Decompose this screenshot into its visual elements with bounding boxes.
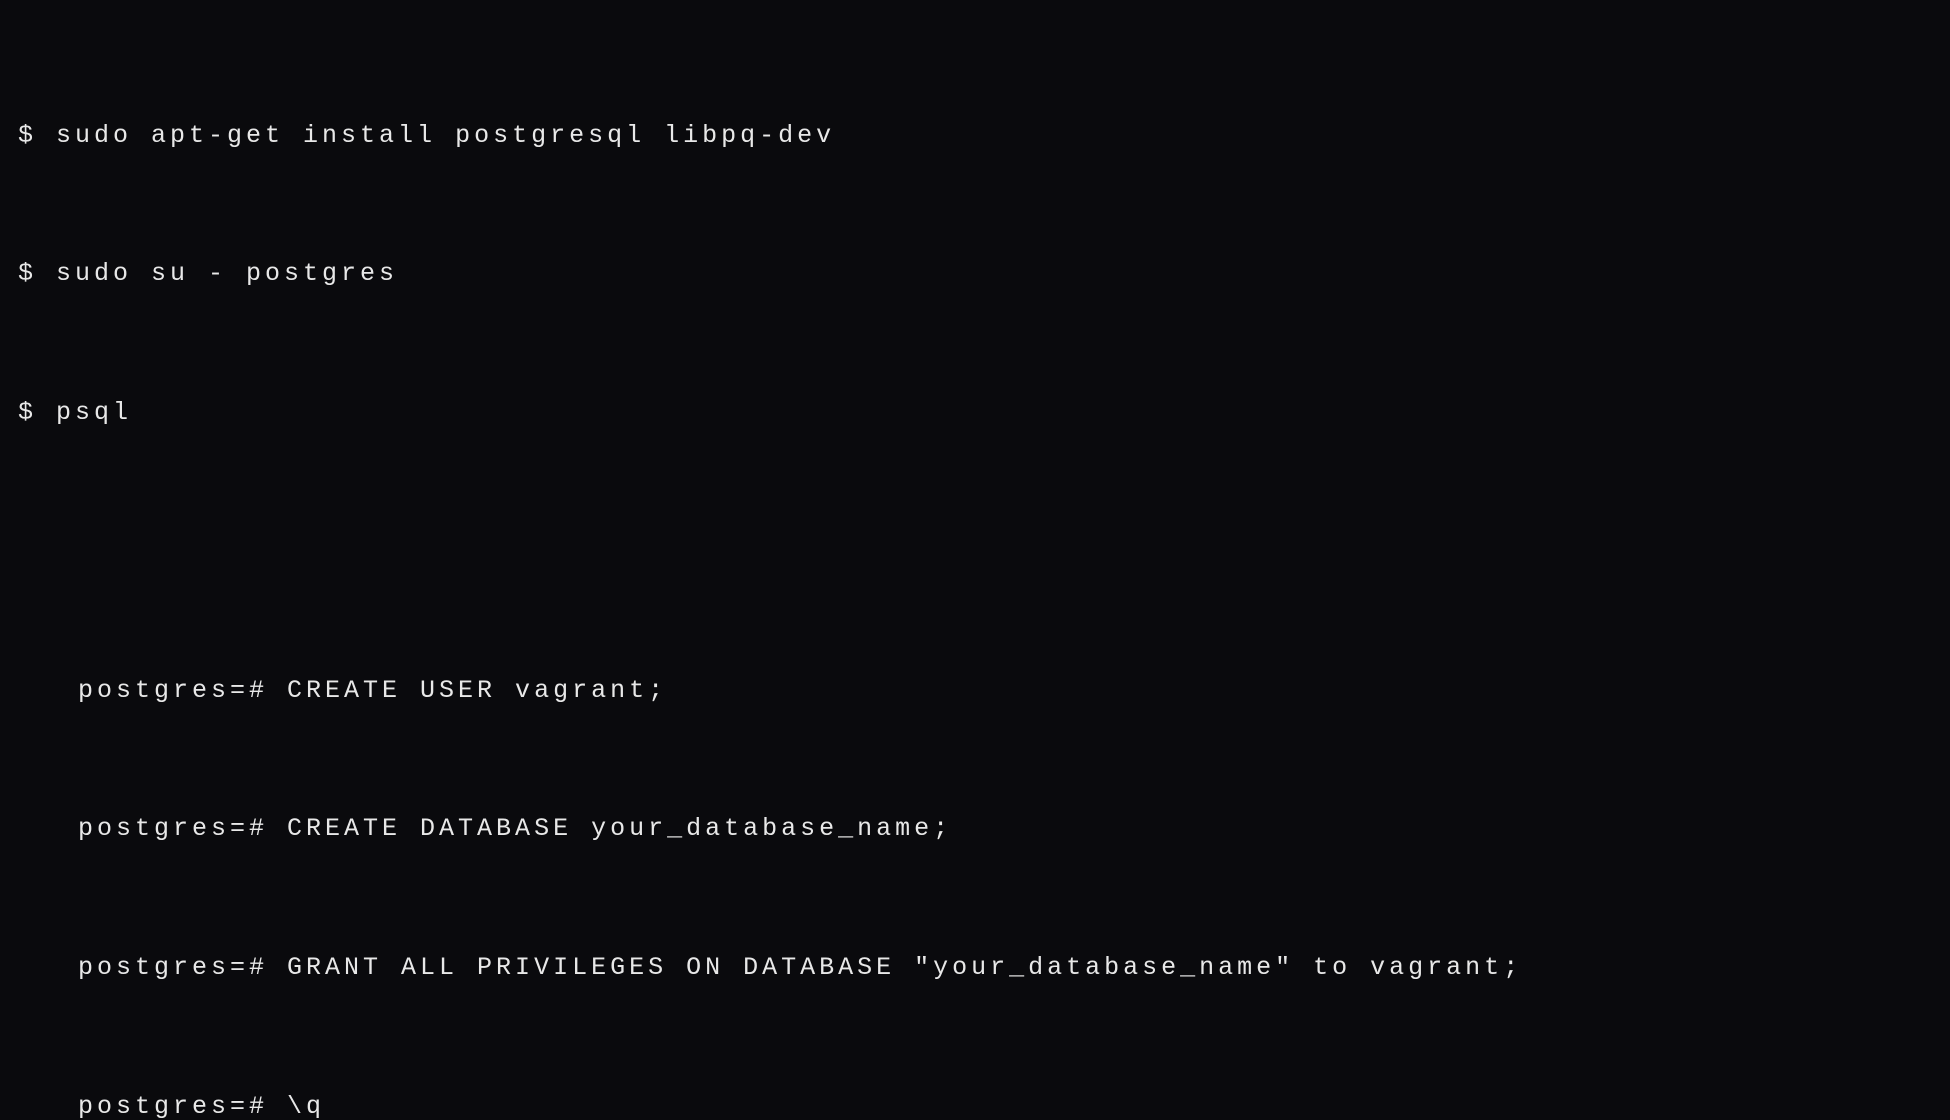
command-text: \q	[287, 1092, 325, 1120]
terminal-line: postgres=# \q	[18, 1084, 1932, 1120]
command-text: psql	[56, 398, 132, 427]
command-text: CREATE DATABASE your_database_name;	[287, 814, 952, 843]
terminal-line	[18, 529, 1932, 575]
psql-prompt: postgres=#	[78, 953, 287, 982]
psql-prompt: postgres=#	[78, 676, 287, 705]
command-text: sudo su - postgres	[56, 259, 398, 288]
psql-prompt: postgres=#	[78, 1092, 287, 1120]
terminal-line: $ sudo apt-get install postgresql libpq-…	[18, 113, 1932, 159]
shell-prompt: $	[18, 398, 56, 427]
shell-prompt: $	[18, 259, 56, 288]
terminal-output: $ sudo apt-get install postgresql libpq-…	[18, 20, 1932, 1120]
command-text: CREATE USER vagrant;	[287, 676, 667, 705]
terminal-line: postgres=# CREATE USER vagrant;	[18, 668, 1932, 714]
terminal-line: postgres=# CREATE DATABASE your_database…	[18, 806, 1932, 852]
terminal-line: $ psql	[18, 390, 1932, 436]
terminal-line: postgres=# GRANT ALL PRIVILEGES ON DATAB…	[18, 945, 1932, 991]
command-text: sudo apt-get install postgresql libpq-de…	[56, 121, 835, 150]
command-text: GRANT ALL PRIVILEGES ON DATABASE "your_d…	[287, 953, 1522, 982]
psql-prompt: postgres=#	[78, 814, 287, 843]
terminal-line: $ sudo su - postgres	[18, 251, 1932, 297]
shell-prompt: $	[18, 121, 56, 150]
